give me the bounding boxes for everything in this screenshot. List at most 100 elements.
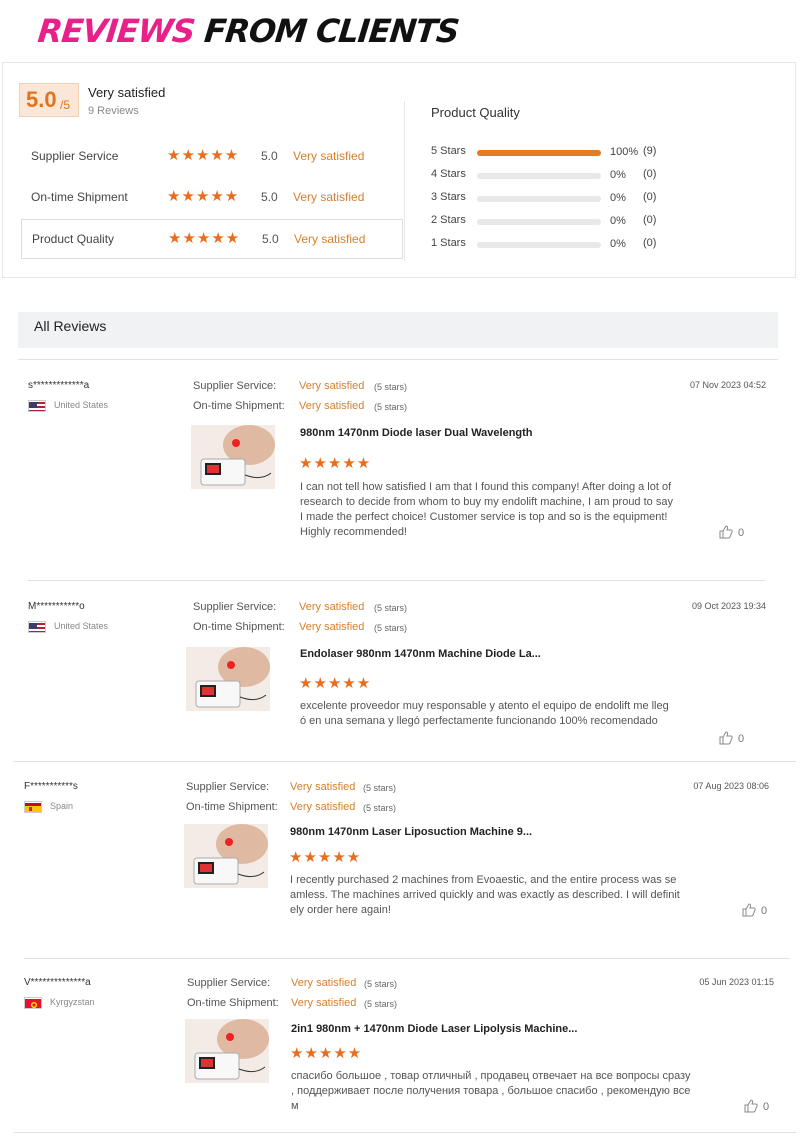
rating-score: 5.0: [261, 190, 278, 204]
rating-row-supplier-service[interactable]: Supplier Service ★★★★★ 5.0 Very satisfie…: [21, 137, 403, 177]
star-bar-count: (0): [643, 168, 657, 180]
review-item: F***********s Spain Supplier Service: On…: [24, 781, 784, 931]
like-count: 0: [761, 905, 768, 917]
shipment-stars-text: (5 stars): [363, 803, 397, 813]
thumbs-up-icon: [742, 903, 756, 917]
shipment-value: Very satisfied: [299, 621, 365, 633]
product-thumbnail[interactable]: [185, 1019, 269, 1083]
flag-us-icon: [28, 621, 46, 633]
supplier-service-value: Very satisfied: [299, 380, 365, 392]
reviewer-name: M***********o: [28, 601, 85, 612]
reviewer-country: United States: [54, 621, 109, 631]
reviewer-name: s*************a: [28, 380, 90, 391]
divider: [18, 359, 778, 360]
review-date: 09 Oct 2023 19:34: [691, 601, 766, 611]
like-button[interactable]: 0: [719, 525, 744, 539]
divider: [14, 1132, 796, 1133]
page-banner: REVIEWS FROM CLIENTS: [36, 12, 460, 50]
on-time-shipment-label: On-time Shipment:: [187, 997, 279, 1009]
on-time-shipment-label: On-time Shipment:: [193, 400, 285, 412]
review-star-icon: ★★★★★: [299, 455, 372, 472]
star-bar-percent: 0%: [610, 192, 626, 204]
reviewer-country: United States: [54, 400, 109, 410]
rating-word: Very satisfied: [293, 149, 365, 163]
reviewer-country: Spain: [50, 801, 74, 811]
all-reviews-title: All Reviews: [34, 318, 107, 334]
review-text: спасибо большое , товар отличный , прода…: [291, 1070, 691, 1112]
rating-row-on-time-shipment[interactable]: On-time Shipment ★★★★★ 5.0 Very satisfie…: [21, 178, 403, 218]
product-title-link[interactable]: 2in1 980nm + 1470nm Diode Laser Lipolysi…: [291, 1023, 577, 1035]
star-bar-label: 3 Stars: [431, 191, 466, 203]
like-button[interactable]: 0: [742, 903, 767, 917]
rating-summary: 5.0 /5 Very satisfied 9 Reviews Supplier…: [2, 62, 796, 278]
thumbs-up-icon: [719, 525, 733, 539]
overall-score-badge: 5.0 /5: [19, 83, 79, 117]
review-count: 9 Reviews: [88, 105, 139, 117]
review-item: V**************a Kyrgyzstan Supplier Ser…: [24, 977, 784, 1127]
reviewer-name: F***********s: [24, 781, 78, 792]
star-bar-4: 4 Stars 0% (0): [431, 168, 731, 184]
all-reviews-header: All Reviews: [18, 312, 778, 348]
star-bar-percent: 0%: [610, 215, 626, 227]
rating-word: Very satisfied: [294, 232, 366, 246]
banner-reviews: REVIEWS: [36, 12, 197, 50]
star-bar-label: 2 Stars: [431, 214, 466, 226]
divider: [14, 761, 796, 762]
divider: [28, 580, 766, 581]
product-quality-title: Product Quality: [431, 105, 520, 120]
product-thumbnail[interactable]: [184, 824, 268, 888]
review-star-icon: ★★★★★: [289, 849, 362, 866]
star-bar-5: 5 Stars 100% (9): [431, 145, 731, 161]
star-bar-percent: 0%: [610, 238, 626, 250]
star-bar-fill: [477, 150, 601, 156]
star-bar-count: (9): [643, 145, 657, 157]
overall-rating-title: Very satisfied: [88, 85, 166, 100]
like-count: 0: [763, 1101, 770, 1113]
star-bar-count: (0): [643, 191, 657, 203]
star-bar-label: 5 Stars: [431, 145, 466, 157]
like-count: 0: [738, 733, 745, 745]
review-star-icon: ★★★★★: [299, 675, 372, 692]
rating-score: 5.0: [261, 149, 278, 163]
star-bar-label: 1 Stars: [431, 237, 466, 249]
review-item: M***********o United States Supplier Ser…: [28, 601, 788, 751]
review-date: 07 Nov 2023 04:52: [689, 380, 766, 390]
star-bar-track: [477, 219, 601, 225]
shipment-stars-text: (5 stars): [374, 623, 408, 633]
product-title-link[interactable]: 980nm 1470nm Diode laser Dual Wavelength: [300, 427, 533, 439]
divider: [24, 958, 790, 959]
review-date: 05 Jun 2023 01:15: [699, 977, 774, 987]
star-bar-2: 2 Stars 0% (0): [431, 214, 731, 230]
thumbs-up-icon: [744, 1099, 758, 1113]
review-star-icon: ★★★★★: [290, 1045, 363, 1062]
supplier-service-value: Very satisfied: [291, 977, 357, 989]
product-title-link[interactable]: 980nm 1470nm Laser Liposuction Machine 9…: [290, 826, 532, 838]
rating-word: Very satisfied: [293, 190, 365, 204]
star-bar-1: 1 Stars 0% (0): [431, 237, 731, 253]
like-count: 0: [738, 527, 745, 539]
star-bar-count: (0): [643, 237, 657, 249]
star-bar-track: [477, 150, 601, 156]
product-thumbnail[interactable]: [186, 647, 270, 711]
thumbs-up-icon: [719, 731, 733, 745]
product-thumbnail[interactable]: [191, 425, 275, 489]
product-title-link[interactable]: Endolaser 980nm 1470nm Machine Diode La.…: [300, 648, 541, 660]
rating-label: Product Quality: [32, 232, 115, 246]
star-bar-percent: 0%: [610, 169, 626, 181]
shipment-stars-text: (5 stars): [364, 999, 398, 1009]
review-text: I recently purchased 2 machines from Evo…: [290, 874, 680, 916]
review-text: I can not tell how satisfied I am that I…: [300, 481, 673, 538]
star-bar-track: [477, 173, 601, 179]
like-button[interactable]: 0: [744, 1099, 769, 1113]
rating-label: Supplier Service: [31, 149, 119, 163]
reviewer-name: V**************a: [24, 977, 91, 988]
star-bar-count: (0): [643, 214, 657, 226]
review-text: excelente proveedor muy responsable y at…: [300, 700, 669, 727]
like-button[interactable]: 0: [719, 731, 744, 745]
star-bar-track: [477, 242, 601, 248]
supplier-service-value: Very satisfied: [290, 781, 356, 793]
rating-row-product-quality[interactable]: Product Quality ★★★★★ 5.0 Very satisfied: [21, 219, 403, 259]
supplier-stars-text: (5 stars): [374, 603, 408, 613]
shipment-value: Very satisfied: [290, 801, 356, 813]
star-rating-icon: ★★★★★: [167, 188, 240, 205]
